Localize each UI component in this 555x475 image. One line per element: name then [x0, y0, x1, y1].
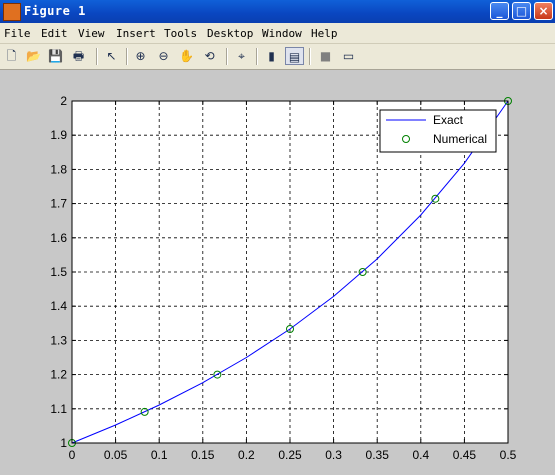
y-tick-label: 2	[60, 94, 67, 108]
figure-toolbar: 🗋 📂 💾 🖶 ↖ ⊕ ⊖ ✋ ⟲ ⌖ ▮ ▤ ■ ▭	[0, 44, 555, 70]
show-plot-tools-icon[interactable]: ▭	[339, 47, 358, 65]
legend-label-numerical: Numerical	[433, 132, 487, 146]
x-tick-label: 0.25	[278, 448, 302, 462]
zoom-in-icon[interactable]: ⊕	[131, 47, 150, 65]
menu-edit[interactable]: Edit	[41, 27, 68, 40]
x-tick-label: 0.15	[191, 448, 215, 462]
print-icon[interactable]: 🖶	[69, 47, 88, 65]
legend[interactable]: Exact Numerical	[379, 109, 497, 153]
toolbar-separator	[126, 48, 128, 65]
legend-label-exact: Exact	[433, 113, 464, 127]
toolbar-separator	[309, 48, 311, 65]
matlab-icon	[3, 3, 21, 21]
menu-insert[interactable]: Insert	[116, 27, 156, 40]
menu-view[interactable]: View	[78, 27, 105, 40]
close-button[interactable]: ×	[534, 2, 553, 20]
menu-help[interactable]: Help	[311, 27, 338, 40]
y-tick-label: 1.5	[50, 265, 67, 279]
title-bar: Figure 1 _ □ ×	[0, 0, 555, 23]
figure-window: Figure 1 _ □ × File Edit View Insert Too…	[0, 0, 555, 475]
menu-desktop[interactable]: Desktop	[207, 27, 253, 40]
y-tick-label: 1.6	[50, 231, 67, 245]
insert-colorbar-icon[interactable]: ▮	[262, 47, 281, 65]
figure-canvas: 0 0.05 0.1 0.15 0.2 0.25 0.3 0.35 0.4 0.45 0.5 1 1.1…	[50, 94, 517, 462]
new-figure-icon[interactable]: 🗋	[2, 47, 21, 65]
x-tick-label: 0.4	[412, 448, 429, 462]
menu-tools[interactable]: Tools	[164, 27, 197, 40]
x-tick-label: 0.5	[500, 448, 517, 462]
menu-window[interactable]: Window	[262, 27, 302, 40]
toolbar-separator	[256, 48, 258, 65]
y-tick-label: 1.4	[50, 299, 67, 313]
zoom-out-icon[interactable]: ⊖	[154, 47, 173, 65]
save-icon[interactable]: 💾	[46, 47, 65, 65]
y-tick-label: 1.8	[50, 162, 67, 176]
y-tick-label: 1.2	[50, 368, 67, 382]
menu-bar: File Edit View Insert Tools Desktop Wind…	[0, 23, 555, 44]
minimize-button[interactable]: _	[490, 2, 509, 20]
x-tick-label: 0.05	[104, 448, 128, 462]
edit-plot-icon[interactable]: ↖	[102, 47, 121, 65]
y-tick-label: 1.7	[50, 197, 67, 211]
insert-legend-icon[interactable]: ▤	[285, 47, 304, 65]
y-tick-label: 1.9	[50, 128, 67, 142]
y-tick-label: 1	[60, 436, 67, 450]
window-title: Figure 1	[24, 4, 86, 18]
toolbar-separator	[226, 48, 228, 65]
toolbar-separator	[96, 48, 98, 65]
x-tick-label: 0.3	[325, 448, 342, 462]
pan-icon[interactable]: ✋	[177, 47, 196, 65]
maximize-button[interactable]: □	[512, 2, 531, 20]
y-tick-label: 1.3	[50, 333, 67, 347]
x-tick-label: 0	[69, 448, 76, 462]
x-tick-label: 0.45	[453, 448, 477, 462]
x-tick-label: 0.1	[151, 448, 168, 462]
x-tick-label: 0.2	[238, 448, 255, 462]
menu-file[interactable]: File	[4, 27, 31, 40]
hide-plot-tools-icon[interactable]: ■	[316, 47, 335, 65]
data-cursor-icon[interactable]: ⌖	[232, 47, 251, 65]
open-file-icon[interactable]: 📂	[24, 47, 43, 65]
y-tick-label: 1.1	[50, 402, 67, 416]
rotate-3d-icon[interactable]: ⟲	[200, 47, 219, 65]
x-tick-label: 0.35	[366, 448, 390, 462]
